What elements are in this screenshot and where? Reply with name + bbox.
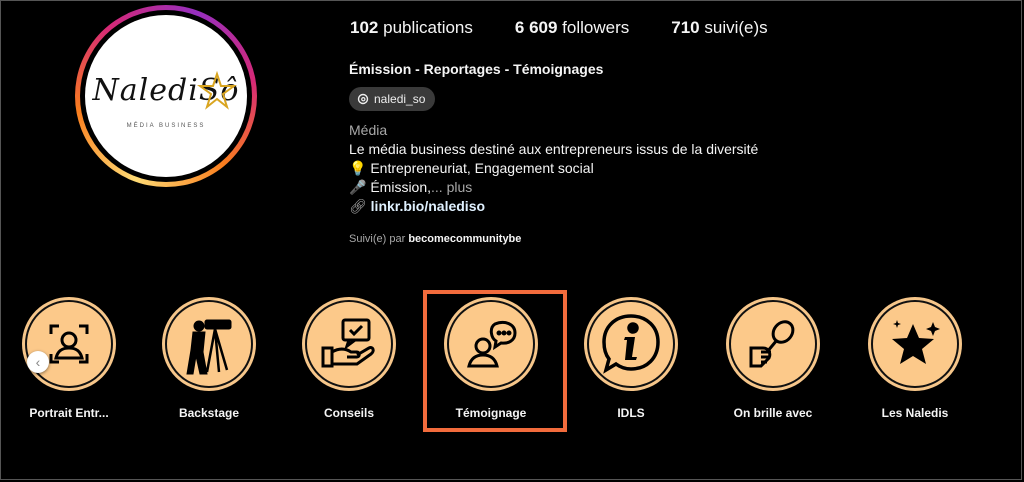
- link-icon: 🔗︎: [349, 198, 367, 214]
- highlight-label: Conseils: [323, 406, 374, 420]
- profile-display-name: Émission - Reportages - Témoignages: [349, 61, 604, 77]
- info-bubble-icon: [602, 314, 660, 374]
- highlight-label: Les Naledis: [881, 406, 949, 420]
- hand-message-icon: [321, 318, 375, 368]
- logo-star-icon: [197, 71, 237, 110]
- highlight-on-brille-avec[interactable]: On brille avec: [713, 300, 833, 420]
- microphone-hand-icon: [749, 320, 795, 368]
- posts-stat[interactable]: 102 publications: [350, 18, 473, 38]
- highlight-backstage[interactable]: Backstage: [149, 300, 269, 420]
- external-link[interactable]: linkr.bio/nalediso: [371, 198, 485, 214]
- lightbulb-icon: 💡: [349, 160, 367, 176]
- profile-category: Média: [349, 122, 388, 138]
- camera-operator-icon: [186, 319, 232, 375]
- bio-line: 🎤 Émission,... plus: [349, 179, 473, 195]
- star-sparkle-icon: [892, 320, 940, 364]
- profile-avatar[interactable]: NalediSô MÉDIA BUSINESS: [75, 5, 257, 187]
- threads-icon: [357, 93, 369, 105]
- threads-badge[interactable]: naledi_so: [349, 87, 436, 111]
- highlight-label: Backstage: [178, 406, 240, 420]
- highlight-label: IDLS: [617, 406, 645, 420]
- more-link[interactable]: ... plus: [431, 179, 472, 195]
- bio-line: 💡 Entrepreneuriat, Engagement social: [349, 160, 594, 176]
- highlight-conseils[interactable]: Conseils: [289, 300, 409, 420]
- highlights-prev-button[interactable]: ‹: [27, 351, 49, 373]
- highlight-label: On brille avec: [733, 406, 813, 420]
- profile-stats: 102 publications 6 609 followers 710 sui…: [350, 18, 810, 38]
- following-stat[interactable]: 710 suivi(e)s: [671, 18, 767, 38]
- bio-line: Le média business destiné aux entreprene…: [349, 141, 759, 157]
- logo-subtitle: MÉDIA BUSINESS: [126, 123, 206, 129]
- portrait-scan-icon: [49, 324, 89, 364]
- chevron-left-icon: ‹: [35, 354, 41, 370]
- highlight-idls[interactable]: IDLS: [571, 300, 691, 420]
- avatar-logo: NalediSô MÉDIA BUSINESS: [85, 15, 247, 177]
- followed-by[interactable]: Suivi(e) par becomecommunitybe: [349, 233, 521, 245]
- selection-highlight-box: [423, 290, 567, 432]
- highlight-label: Portrait Entr...: [29, 406, 109, 420]
- microphone-icon: 🎤: [349, 179, 367, 195]
- followers-stat[interactable]: 6 609 followers: [515, 18, 629, 38]
- bio-link-row[interactable]: 🔗︎ linkr.bio/nalediso: [349, 197, 758, 216]
- highlight-les-naledis[interactable]: Les Naledis: [855, 300, 975, 420]
- profile-bio: Média Le média business destiné aux entr…: [349, 121, 758, 216]
